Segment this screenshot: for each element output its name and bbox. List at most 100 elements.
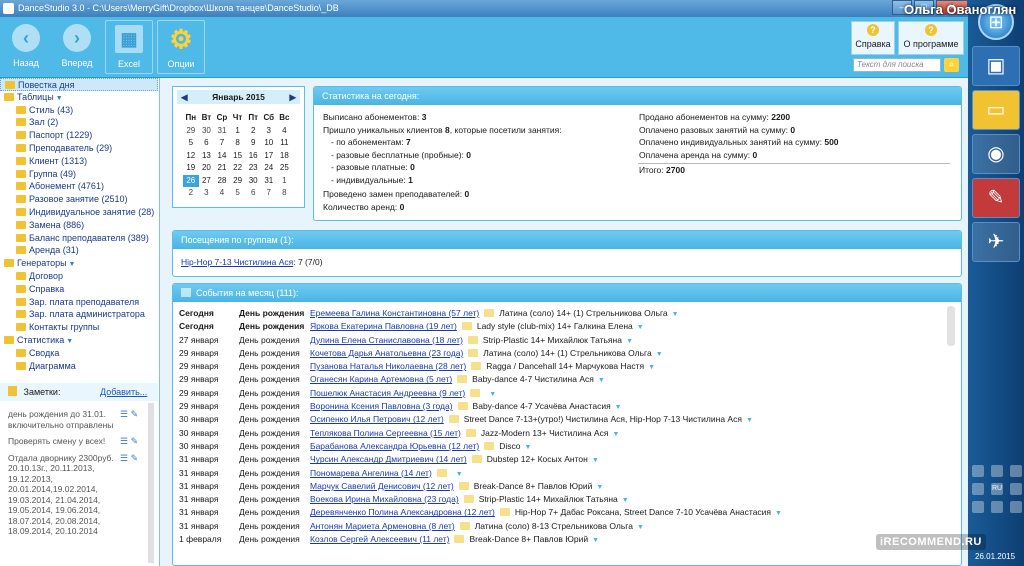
calendar-day[interactable]: 26 bbox=[183, 174, 199, 187]
client-link[interactable]: Еремеева Галина Константиновна (57 лет) bbox=[310, 308, 479, 318]
tree-item[interactable]: Статистика ▼ bbox=[0, 334, 158, 347]
calendar-day[interactable]: 21 bbox=[214, 162, 230, 175]
pin-icon[interactable]: ✈ bbox=[972, 222, 1020, 262]
dropdown-icon[interactable]: ▼ bbox=[626, 338, 633, 345]
calendar-day[interactable]: 8 bbox=[230, 137, 246, 150]
expand-arrow-icon[interactable]: ▼ bbox=[54, 95, 63, 102]
expand-arrow-icon[interactable]: ▼ bbox=[67, 261, 76, 268]
calendar-day[interactable]: 27 bbox=[199, 175, 215, 188]
dropdown-icon[interactable]: ▼ bbox=[598, 377, 605, 384]
dropdown-icon[interactable]: ▼ bbox=[596, 484, 603, 491]
client-link[interactable]: Дулина Елена Станиславовна (18 лет) bbox=[310, 335, 463, 345]
tree-item[interactable]: Баланс преподавателя (389) bbox=[0, 232, 158, 245]
calendar-day[interactable]: 31 bbox=[214, 125, 230, 138]
calendar-day[interactable]: 9 bbox=[245, 137, 261, 150]
calendar-day[interactable]: 30 bbox=[245, 175, 261, 188]
calendar-day[interactable]: 18 bbox=[277, 150, 293, 163]
tray-volume-icon[interactable] bbox=[972, 483, 984, 495]
notes-scrollbar[interactable] bbox=[148, 403, 154, 563]
tree-item[interactable]: Стиль (43) bbox=[0, 104, 158, 117]
tree-item[interactable]: Клиент (1313) bbox=[0, 155, 158, 168]
tree-item[interactable]: Индивидуальное занятие (28) bbox=[0, 206, 158, 219]
dropdown-icon[interactable]: ▼ bbox=[637, 324, 644, 331]
options-button[interactable]: ⚙ Опции bbox=[157, 20, 205, 74]
note-item[interactable]: Отдала дворнику 2300руб. 20.10.13г., 20.… bbox=[8, 453, 138, 537]
dropdown-icon[interactable]: ▼ bbox=[656, 351, 663, 358]
tray-battery-icon[interactable] bbox=[991, 501, 1003, 513]
about-button[interactable]: ? О программе bbox=[898, 21, 964, 55]
calendar-day[interactable]: 17 bbox=[261, 150, 277, 163]
search-input[interactable]: Текст для поиска bbox=[853, 58, 941, 72]
calendar-day[interactable]: 28 bbox=[214, 175, 230, 188]
prev-month-icon[interactable]: ◀ bbox=[181, 90, 188, 104]
tree-item[interactable]: Сводка bbox=[0, 347, 158, 360]
forward-button[interactable]: › Вперед bbox=[53, 20, 101, 74]
calendar-day[interactable]: 15 bbox=[230, 150, 246, 163]
dropdown-icon[interactable]: ▼ bbox=[525, 444, 532, 451]
folder-icon[interactable]: ▭ bbox=[972, 90, 1020, 130]
tray-chrome-icon[interactable] bbox=[1010, 465, 1022, 477]
tree-item[interactable]: Повестка дня bbox=[0, 78, 158, 91]
dropdown-icon[interactable]: ▼ bbox=[746, 417, 753, 424]
client-link[interactable]: Козлов Сергей Алексеевич (11 лет) bbox=[310, 534, 449, 544]
note-item[interactable]: Проверять смену у всех! ☰ ✎ bbox=[8, 436, 138, 447]
dropdown-icon[interactable]: ▼ bbox=[637, 524, 644, 531]
calendar-day[interactable]: 1 bbox=[277, 175, 293, 188]
tree-item[interactable]: Группа (49) bbox=[0, 168, 158, 181]
calendar-day[interactable]: 1 bbox=[230, 125, 246, 138]
note-actions-icon[interactable]: ☰ ✎ bbox=[120, 453, 146, 464]
tree-item[interactable]: Преподаватель (29) bbox=[0, 142, 158, 155]
calendar-day[interactable]: 7 bbox=[214, 137, 230, 150]
note-item[interactable]: день рождения до 31.01. включительно отп… bbox=[8, 409, 138, 430]
calendar-day[interactable]: 7 bbox=[261, 187, 277, 200]
calendar-day[interactable]: 19 bbox=[183, 162, 199, 175]
calendar-day[interactable]: 22 bbox=[230, 162, 246, 175]
client-link[interactable]: Яркова Екатерина Павловна (19 лет) bbox=[310, 321, 457, 331]
calendar-day[interactable]: 13 bbox=[199, 150, 215, 163]
calendar-day[interactable]: 31 bbox=[261, 175, 277, 188]
tree-item[interactable]: Таблицы ▼ bbox=[0, 91, 158, 104]
floppy-icon[interactable]: ▣ bbox=[972, 46, 1020, 86]
back-button[interactable]: ‹ Назад bbox=[2, 20, 50, 74]
tree-item[interactable]: Абонемент (4761) bbox=[0, 180, 158, 193]
tray-keyboard-icon[interactable] bbox=[1010, 483, 1022, 495]
next-month-icon[interactable]: ▶ bbox=[289, 90, 296, 104]
calendar-day[interactable]: 5 bbox=[183, 137, 199, 150]
calendar-day[interactable]: 10 bbox=[261, 137, 277, 150]
dropdown-icon[interactable]: ▼ bbox=[592, 457, 599, 464]
dropdown-icon[interactable]: ▼ bbox=[615, 404, 622, 411]
excel-button[interactable]: ▦ Excel bbox=[105, 20, 153, 74]
client-link[interactable]: Антонян Мариета Арменовна (8 лет) bbox=[310, 521, 455, 531]
tree-item[interactable]: Паспорт (1229) bbox=[0, 129, 158, 142]
calendar-day[interactable]: 23 bbox=[245, 162, 261, 175]
search-icon[interactable]: ⌕ bbox=[944, 58, 959, 72]
client-link[interactable]: Пономарева Ангелина (14 лет) bbox=[310, 468, 432, 478]
help-button[interactable]: ? Справка bbox=[851, 21, 895, 55]
dropdown-icon[interactable]: ▼ bbox=[622, 497, 629, 504]
client-link[interactable]: Чурсин Александр Дмитриевич (14 лет) bbox=[310, 454, 467, 464]
tray-app-icon[interactable] bbox=[991, 465, 1003, 477]
client-link[interactable]: Пузанова Наталья Николаевна (28 лет) bbox=[310, 361, 466, 371]
calendar-day[interactable]: 3 bbox=[199, 187, 215, 200]
tray-flag-icon[interactable] bbox=[972, 465, 984, 477]
client-link[interactable]: Кочетова Дарья Анатольевна (23 года) bbox=[310, 348, 463, 358]
events-scrollbar[interactable] bbox=[947, 306, 955, 346]
dropdown-icon[interactable]: ▼ bbox=[672, 311, 679, 318]
tray-network-icon[interactable] bbox=[972, 501, 984, 513]
tree-item[interactable]: Генераторы ▼ bbox=[0, 257, 158, 270]
client-link[interactable]: Деревянченко Полина Александровна (12 ле… bbox=[310, 507, 495, 517]
tree-item[interactable]: Договор bbox=[0, 270, 158, 283]
client-link[interactable]: Пошелюк Анастасия Андреевна (9 лет) bbox=[310, 388, 465, 398]
chrome-icon[interactable]: ◉ bbox=[972, 134, 1020, 174]
tree-item[interactable]: Разовое занятие (2510) bbox=[0, 193, 158, 206]
dropdown-icon[interactable]: ▼ bbox=[612, 431, 619, 438]
dropdown-icon[interactable]: ▼ bbox=[456, 471, 463, 478]
calendar-day[interactable]: 11 bbox=[277, 137, 293, 150]
note-actions-icon[interactable]: ☰ ✎ bbox=[120, 436, 146, 447]
client-link[interactable]: Осипенко Илья Петрович (12 лет) bbox=[310, 414, 444, 424]
calendar-day[interactable]: 29 bbox=[183, 125, 199, 138]
calendar-day[interactable]: 29 bbox=[230, 175, 246, 188]
calendar-day[interactable]: 4 bbox=[214, 187, 230, 200]
calendar-day[interactable]: 24 bbox=[261, 162, 277, 175]
calendar-day[interactable]: 30 bbox=[199, 125, 215, 138]
